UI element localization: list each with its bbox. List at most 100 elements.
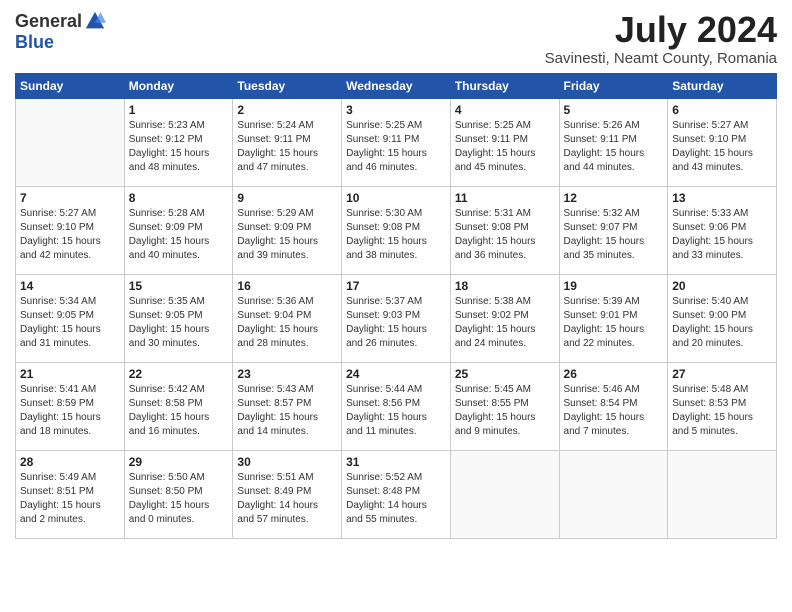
cell-content: Sunrise: 5:30 AM Sunset: 9:08 PM Dayligh…: [346, 207, 446, 263]
day-number: 8: [129, 191, 229, 205]
header: General Blue July 2024 Savinesti, Neamt …: [15, 10, 777, 67]
calendar-cell: 21 Sunrise: 5:41 AM Sunset: 8:59 PM Dayli…: [16, 362, 125, 450]
month-title: July 2024: [545, 10, 777, 50]
calendar-cell: 23 Sunrise: 5:43 AM Sunset: 8:57 PM Dayli…: [233, 362, 342, 450]
title-area: July 2024 Savinesti, Neamt County, Roman…: [545, 10, 777, 67]
cell-content: Sunrise: 5:42 AM Sunset: 8:58 PM Dayligh…: [129, 383, 229, 439]
cell-content: Sunrise: 5:23 AM Sunset: 9:12 PM Dayligh…: [129, 119, 229, 175]
day-number: 10: [346, 191, 446, 205]
calendar-cell: 12 Sunrise: 5:32 AM Sunset: 9:07 PM Dayli…: [559, 186, 668, 274]
day-number: 20: [672, 279, 772, 293]
calendar-cell: 9 Sunrise: 5:29 AM Sunset: 9:09 PM Daylig…: [233, 186, 342, 274]
day-number: 16: [237, 279, 337, 293]
calendar-cell: 8 Sunrise: 5:28 AM Sunset: 9:09 PM Daylig…: [124, 186, 233, 274]
logo-general-text: General: [15, 11, 82, 32]
day-header-friday: Friday: [559, 73, 668, 98]
day-number: 17: [346, 279, 446, 293]
week-row-4: 21 Sunrise: 5:41 AM Sunset: 8:59 PM Dayli…: [16, 362, 777, 450]
day-number: 3: [346, 103, 446, 117]
calendar-body: 1 Sunrise: 5:23 AM Sunset: 9:12 PM Daylig…: [16, 98, 777, 538]
calendar-cell: 27Sunrise: 5:48 AM Sunset: 8:53 PM Dayli…: [668, 362, 777, 450]
cell-content: Sunrise: 5:32 AM Sunset: 9:07 PM Dayligh…: [564, 207, 664, 263]
cell-content: Sunrise: 5:28 AM Sunset: 9:09 PM Dayligh…: [129, 207, 229, 263]
cell-content: Sunrise: 5:34 AM Sunset: 9:05 PM Dayligh…: [20, 295, 120, 351]
days-of-week-row: SundayMondayTuesdayWednesdayThursdayFrid…: [16, 73, 777, 98]
calendar-cell: 13 Sunrise: 5:33 AM Sunset: 9:06 PM Dayli…: [668, 186, 777, 274]
calendar-cell: 6 Sunrise: 5:27 AM Sunset: 9:10 PM Daylig…: [668, 98, 777, 186]
cell-content: Sunrise: 5:25 AM Sunset: 9:11 PM Dayligh…: [455, 119, 555, 175]
calendar-cell: [559, 450, 668, 538]
week-row-5: 28 Sunrise: 5:49 AM Sunset: 8:51 PM Dayli…: [16, 450, 777, 538]
cell-content: Sunrise: 5:46 AM Sunset: 8:54 PM Dayligh…: [564, 383, 664, 439]
day-header-saturday: Saturday: [668, 73, 777, 98]
calendar-cell: 28 Sunrise: 5:49 AM Sunset: 8:51 PM Dayli…: [16, 450, 125, 538]
logo: General Blue: [15, 10, 106, 53]
day-number: 22: [129, 367, 229, 381]
day-header-thursday: Thursday: [450, 73, 559, 98]
calendar-table: SundayMondayTuesdayWednesdayThursdayFrid…: [15, 73, 777, 539]
cell-content: Sunrise: 5:45 AM Sunset: 8:55 PM Dayligh…: [455, 383, 555, 439]
cell-content: Sunrise: 5:40 AM Sunset: 9:00 PM Dayligh…: [672, 295, 772, 351]
calendar-cell: 7Sunrise: 5:27 AM Sunset: 9:10 PM Daylig…: [16, 186, 125, 274]
day-number: 1: [129, 103, 229, 117]
calendar-header: SundayMondayTuesdayWednesdayThursdayFrid…: [16, 73, 777, 98]
calendar-cell: [16, 98, 125, 186]
cell-content: Sunrise: 5:43 AM Sunset: 8:57 PM Dayligh…: [237, 383, 337, 439]
cell-content: Sunrise: 5:27 AM Sunset: 9:10 PM Dayligh…: [672, 119, 772, 175]
cell-content: Sunrise: 5:50 AM Sunset: 8:50 PM Dayligh…: [129, 471, 229, 527]
calendar-cell: 25Sunrise: 5:45 AM Sunset: 8:55 PM Dayli…: [450, 362, 559, 450]
day-number: 11: [455, 191, 555, 205]
calendar-cell: 2Sunrise: 5:24 AM Sunset: 9:11 PM Daylig…: [233, 98, 342, 186]
day-number: 21: [20, 367, 120, 381]
cell-content: Sunrise: 5:41 AM Sunset: 8:59 PM Dayligh…: [20, 383, 120, 439]
cell-content: Sunrise: 5:26 AM Sunset: 9:11 PM Dayligh…: [564, 119, 664, 175]
calendar-cell: 31 Sunrise: 5:52 AM Sunset: 8:48 PM Dayli…: [342, 450, 451, 538]
week-row-3: 14 Sunrise: 5:34 AM Sunset: 9:05 PM Dayli…: [16, 274, 777, 362]
cell-content: Sunrise: 5:36 AM Sunset: 9:04 PM Dayligh…: [237, 295, 337, 351]
day-header-wednesday: Wednesday: [342, 73, 451, 98]
cell-content: Sunrise: 5:27 AM Sunset: 9:10 PM Dayligh…: [20, 207, 120, 263]
day-number: 9: [237, 191, 337, 205]
calendar-cell: 3 Sunrise: 5:25 AM Sunset: 9:11 PM Daylig…: [342, 98, 451, 186]
day-number: 5: [564, 103, 664, 117]
day-header-tuesday: Tuesday: [233, 73, 342, 98]
day-number: 15: [129, 279, 229, 293]
calendar-cell: 5 Sunrise: 5:26 AM Sunset: 9:11 PM Daylig…: [559, 98, 668, 186]
cell-content: Sunrise: 5:38 AM Sunset: 9:02 PM Dayligh…: [455, 295, 555, 351]
calendar-cell: 14 Sunrise: 5:34 AM Sunset: 9:05 PM Dayli…: [16, 274, 125, 362]
week-row-2: 7Sunrise: 5:27 AM Sunset: 9:10 PM Daylig…: [16, 186, 777, 274]
day-number: 4: [455, 103, 555, 117]
calendar-cell: 24Sunrise: 5:44 AM Sunset: 8:56 PM Dayli…: [342, 362, 451, 450]
cell-content: Sunrise: 5:39 AM Sunset: 9:01 PM Dayligh…: [564, 295, 664, 351]
day-number: 13: [672, 191, 772, 205]
calendar-cell: 22 Sunrise: 5:42 AM Sunset: 8:58 PM Dayli…: [124, 362, 233, 450]
cell-content: Sunrise: 5:35 AM Sunset: 9:05 PM Dayligh…: [129, 295, 229, 351]
calendar-cell: 26 Sunrise: 5:46 AM Sunset: 8:54 PM Dayli…: [559, 362, 668, 450]
day-number: 14: [20, 279, 120, 293]
cell-content: Sunrise: 5:52 AM Sunset: 8:48 PM Dayligh…: [346, 471, 446, 527]
day-number: 27: [672, 367, 772, 381]
cell-content: Sunrise: 5:37 AM Sunset: 9:03 PM Dayligh…: [346, 295, 446, 351]
logo-icon: [84, 10, 106, 32]
calendar-cell: 11Sunrise: 5:31 AM Sunset: 9:08 PM Dayli…: [450, 186, 559, 274]
day-number: 23: [237, 367, 337, 381]
logo-blue-text: Blue: [15, 32, 54, 53]
day-number: 29: [129, 455, 229, 469]
day-number: 19: [564, 279, 664, 293]
cell-content: Sunrise: 5:24 AM Sunset: 9:11 PM Dayligh…: [237, 119, 337, 175]
day-number: 12: [564, 191, 664, 205]
calendar-cell: 30Sunrise: 5:51 AM Sunset: 8:49 PM Dayli…: [233, 450, 342, 538]
day-number: 31: [346, 455, 446, 469]
day-number: 28: [20, 455, 120, 469]
day-number: 6: [672, 103, 772, 117]
cell-content: Sunrise: 5:29 AM Sunset: 9:09 PM Dayligh…: [237, 207, 337, 263]
calendar-cell: 1 Sunrise: 5:23 AM Sunset: 9:12 PM Daylig…: [124, 98, 233, 186]
day-number: 26: [564, 367, 664, 381]
cell-content: Sunrise: 5:49 AM Sunset: 8:51 PM Dayligh…: [20, 471, 120, 527]
cell-content: Sunrise: 5:33 AM Sunset: 9:06 PM Dayligh…: [672, 207, 772, 263]
day-number: 30: [237, 455, 337, 469]
calendar-cell: 20 Sunrise: 5:40 AM Sunset: 9:00 PM Dayli…: [668, 274, 777, 362]
day-number: 18: [455, 279, 555, 293]
calendar-cell: 16 Sunrise: 5:36 AM Sunset: 9:04 PM Dayli…: [233, 274, 342, 362]
cell-content: Sunrise: 5:25 AM Sunset: 9:11 PM Dayligh…: [346, 119, 446, 175]
